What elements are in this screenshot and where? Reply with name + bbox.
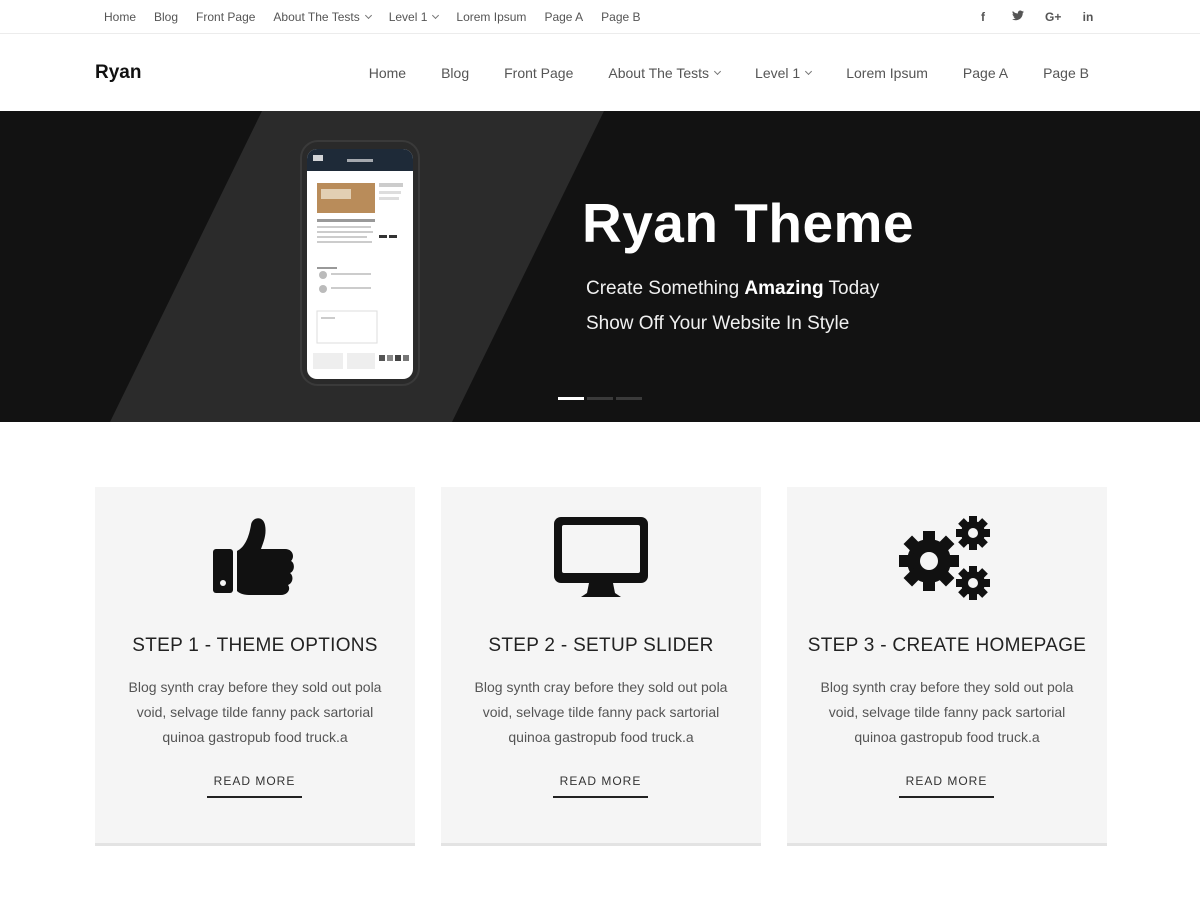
top-nav-page-b[interactable]: Page B (601, 10, 640, 24)
hero-slider: Ryan Theme Create Something Amazing Toda… (0, 111, 1200, 422)
hero-tagline-1-emphasis: Amazing (744, 278, 824, 299)
site-header: Ryan Home Blog Front Page About The Test… (0, 34, 1200, 111)
hero-tagline-1-end: Today (823, 278, 880, 299)
top-nav-about-label: About The Tests (273, 10, 360, 24)
feature-card-3: STEP 3 - CREATE HOMEPAGE Blog synth cray… (787, 487, 1107, 846)
nav-page-b[interactable]: Page B (1043, 65, 1089, 81)
top-bar: Home Blog Front Page About The Tests Lev… (0, 0, 1200, 34)
nav-level-1-label: Level 1 (755, 64, 801, 81)
top-nav-page-a[interactable]: Page A (544, 10, 583, 24)
feature-card-1: STEP 1 - THEME OPTIONS Blog synth cray b… (95, 487, 415, 846)
nav-front-page-label: Front Page (504, 64, 574, 81)
desktop-monitor-icon (554, 517, 648, 597)
feature-card-2: STEP 2 - SETUP SLIDER Blog synth cray be… (441, 487, 761, 846)
read-more-link-2[interactable]: READ MORE (553, 773, 648, 798)
nav-blog-label: Blog (441, 64, 470, 81)
top-nav-lorem-ipsum[interactable]: Lorem Ipsum (456, 10, 526, 24)
top-nav-lorem-ipsum-label: Lorem Ipsum (456, 10, 527, 24)
feature-card-2-text: Blog synth cray before they sold out pol… (474, 679, 728, 745)
nav-page-a[interactable]: Page A (963, 65, 1008, 81)
feature-card-1-text: Blog synth cray before they sold out pol… (128, 679, 382, 745)
google-plus-icon[interactable]: G+ (1045, 10, 1061, 24)
top-nav-front-page[interactable]: Front Page (196, 10, 255, 24)
main-navigation: Home Blog Front Page About The Tests Lev… (334, 34, 1089, 111)
nav-front-page[interactable]: Front Page (504, 65, 573, 81)
top-nav-blog-label: Blog (154, 10, 179, 24)
chevron-down-icon (714, 67, 722, 75)
site-title[interactable]: Ryan (95, 62, 141, 84)
chevron-down-icon (805, 67, 813, 75)
nav-lorem-ipsum-label: Lorem Ipsum (846, 64, 928, 81)
feature-card-1-title: STEP 1 - THEME OPTIONS (132, 635, 378, 656)
nav-home[interactable]: Home (369, 65, 406, 81)
linkedin-icon[interactable]: in (1080, 10, 1096, 24)
slider-dot-3[interactable] (616, 397, 642, 400)
top-nav-page-a-label: Page A (544, 10, 584, 24)
top-nav-level-1[interactable]: Level 1 (388, 10, 440, 24)
phone-screen (307, 149, 413, 379)
nav-about-the-tests[interactable]: About The Tests (608, 64, 722, 81)
twitter-icon[interactable] (1010, 10, 1026, 24)
read-more-link-1[interactable]: READ MORE (207, 773, 302, 798)
top-nav-front-page-label: Front Page (196, 10, 256, 24)
nav-blog[interactable]: Blog (441, 65, 469, 81)
top-nav-level-1-label: Level 1 (388, 10, 428, 24)
top-nav-page-b-label: Page B (601, 10, 641, 24)
facebook-icon[interactable]: f (975, 10, 991, 24)
top-nav-home[interactable]: Home (104, 10, 136, 24)
hero-diagonal-band (110, 111, 604, 422)
social-links: f G+ in (956, 0, 1096, 34)
feature-card-2-title: STEP 2 - SETUP SLIDER (488, 635, 714, 656)
nav-lorem-ipsum[interactable]: Lorem Ipsum (846, 65, 928, 81)
hero-title: Ryan Theme (582, 192, 915, 254)
top-nav-blog[interactable]: Blog (154, 10, 178, 24)
thumbs-up-icon (213, 518, 294, 595)
hero-tagline-1-start: Create Something (586, 278, 745, 299)
chevron-down-icon (364, 11, 372, 20)
phone-mockup-image (300, 140, 420, 386)
nav-level-1[interactable]: Level 1 (755, 64, 813, 81)
nav-page-b-label: Page B (1043, 64, 1089, 81)
gears-icon (899, 516, 990, 600)
feature-card-3-title: STEP 3 - CREATE HOMEPAGE (807, 635, 1087, 656)
read-more-link-3[interactable]: READ MORE (899, 773, 994, 798)
slider-dot-2[interactable] (587, 397, 613, 400)
top-nav-home-label: Home (104, 10, 137, 24)
slider-dot-1[interactable] (558, 397, 584, 400)
hero-tagline-2: Show Off Your Website In Style (586, 313, 850, 334)
feature-card-3-text: Blog synth cray before they sold out pol… (820, 679, 1074, 745)
nav-about-label: About The Tests (608, 64, 710, 81)
slider-pagination (558, 397, 645, 400)
top-nav-about-the-tests[interactable]: About The Tests (273, 10, 372, 24)
nav-page-a-label: Page A (962, 64, 1009, 81)
hero-tagline-1: Create Something Amazing Today (586, 278, 879, 300)
chevron-down-icon (432, 11, 440, 20)
top-navigation: Home Blog Front Page About The Tests Lev… (104, 0, 659, 34)
nav-home-label: Home (368, 64, 407, 81)
